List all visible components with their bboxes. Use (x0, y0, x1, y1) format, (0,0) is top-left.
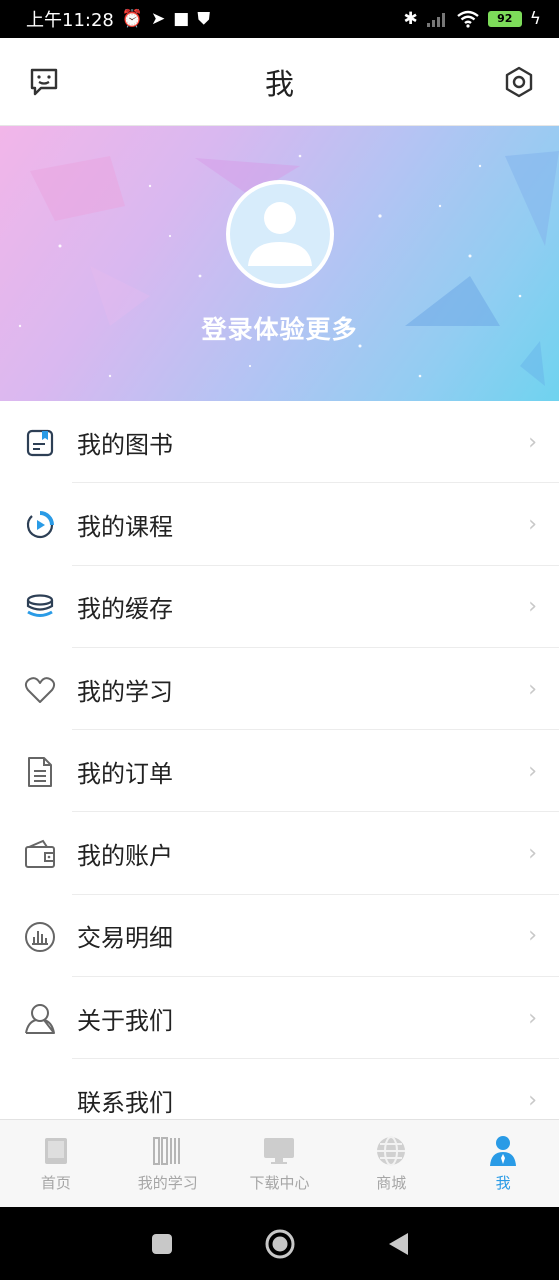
course-play-icon (22, 507, 58, 543)
menu-item-my-orders[interactable]: 我的订单 › (0, 730, 559, 813)
home-button[interactable] (264, 1228, 296, 1260)
battery-indicator: 92 (487, 11, 522, 27)
tab-mall[interactable]: 商城 (335, 1120, 447, 1207)
bluetooth-icon: ✱ (403, 8, 418, 29)
page-title: 我 (264, 66, 294, 101)
tab-label: 下载中心 (249, 1174, 310, 1192)
avatar[interactable] (226, 180, 334, 288)
menu-item-label: 我的课程 (77, 512, 173, 541)
menu-item-my-courses[interactable]: 我的课程 › (0, 483, 559, 566)
cache-stack-icon (22, 590, 58, 626)
chevron-right-icon: › (528, 923, 537, 949)
book-icon (22, 425, 58, 461)
login-prompt[interactable]: 登录体验更多 (0, 310, 559, 346)
menu-item-label: 我的账户 (77, 842, 173, 871)
globe-icon (374, 1134, 408, 1168)
menu-item-label: 联系我们 (77, 1089, 173, 1118)
menu-item-my-books[interactable]: 我的图书 › (0, 401, 559, 484)
person-icon (486, 1134, 520, 1168)
menu-item-my-study[interactable]: 我的学习 › (0, 648, 559, 731)
chat-face-icon (30, 68, 58, 96)
shield-icon: ⛊ (197, 8, 211, 29)
signal-icon (426, 13, 445, 27)
status-bar: 上午11:28 ⏰ ➤ ■ ⛊ ✱ 92 ϟ (0, 0, 559, 38)
wallet-icon (22, 836, 58, 872)
home-book-icon (39, 1134, 73, 1168)
menu-item-label: 交易明细 (77, 924, 173, 953)
tab-my-study[interactable]: 我的学习 (112, 1120, 224, 1207)
menu-list: 我的图书 › 我的课程 › 我的缓存 › 我的学习 › 我的订单 › 我的账户 … (0, 401, 559, 1119)
default-avatar-icon (248, 202, 312, 266)
menu-item-label: 我的缓存 (77, 595, 173, 624)
square-icon: ■ (173, 8, 190, 29)
charging-icon: ϟ (529, 8, 541, 29)
system-nav-bar (0, 1207, 559, 1280)
tab-label: 我 (495, 1174, 511, 1192)
chevron-right-icon: › (528, 676, 537, 702)
user-outline-icon (22, 1001, 58, 1037)
chevron-right-icon: › (528, 758, 537, 784)
chevron-right-icon: › (528, 1088, 537, 1114)
menu-item-about-us[interactable]: 关于我们 › (0, 977, 559, 1060)
menu-item-my-account[interactable]: 我的账户 › (0, 812, 559, 895)
chevron-right-icon: › (528, 841, 537, 867)
settings-button[interactable] (499, 62, 539, 102)
menu-item-label: 我的图书 (77, 430, 173, 459)
menu-item-label: 我的学习 (77, 677, 173, 706)
chevron-right-icon: › (528, 429, 537, 455)
tab-downloads[interactable]: 下载中心 (224, 1120, 336, 1207)
telegram-icon: ➤ (151, 8, 166, 29)
chart-circle-icon (22, 919, 58, 955)
menu-item-label: 我的订单 (77, 759, 173, 788)
bottom-tab-bar: 首页 我的学习 下载中心 商城 我 (0, 1119, 559, 1207)
message-button[interactable] (24, 62, 64, 102)
page-header: 我 (0, 38, 559, 126)
bookshelf-icon (151, 1134, 185, 1168)
order-document-icon (22, 754, 58, 790)
gear-icon (505, 66, 533, 98)
profile-banner[interactable]: 登录体验更多 (0, 126, 559, 401)
heart-icon (22, 672, 58, 708)
tab-label: 我的学习 (137, 1174, 198, 1192)
chevron-right-icon: › (528, 511, 537, 537)
menu-item-transactions[interactable]: 交易明细 › (0, 895, 559, 978)
chevron-right-icon: › (528, 594, 537, 620)
menu-item-label: 关于我们 (77, 1006, 173, 1035)
tab-label: 商城 (376, 1174, 407, 1192)
alarm-off-icon: ⏰ (121, 8, 144, 29)
back-button[interactable] (386, 1231, 410, 1257)
tab-me[interactable]: 我 (447, 1120, 559, 1207)
monitor-icon (262, 1134, 296, 1168)
menu-item-my-cache[interactable]: 我的缓存 › (0, 566, 559, 648)
chevron-right-icon: › (528, 1005, 537, 1031)
status-time: 上午11:28 (26, 10, 114, 31)
menu-item-contact-us[interactable]: 联系我们 › (0, 1059, 559, 1119)
recents-button[interactable] (150, 1232, 174, 1256)
tab-label: 首页 (40, 1174, 71, 1192)
wifi-icon (457, 10, 479, 28)
tab-home[interactable]: 首页 (0, 1120, 112, 1207)
